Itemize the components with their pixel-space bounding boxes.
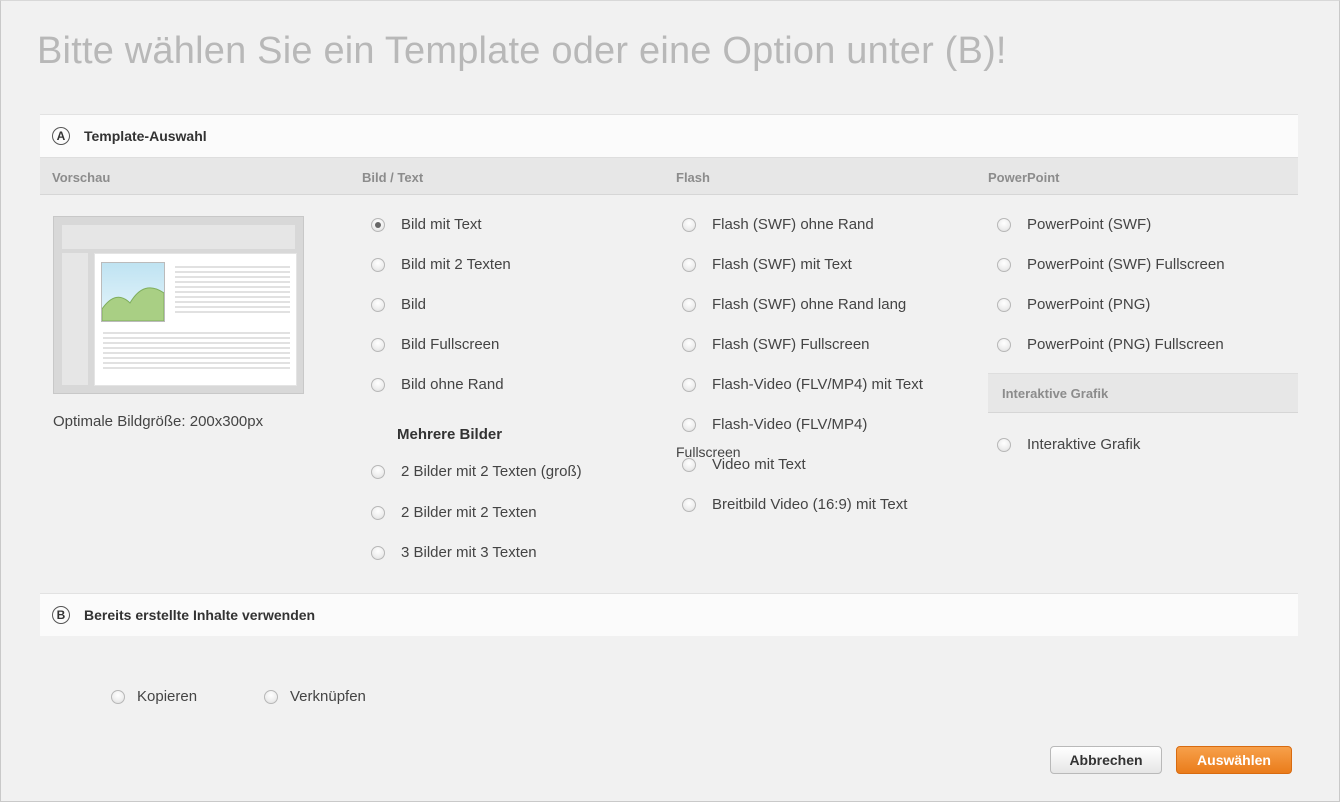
option-bild-ohne-rand[interactable]: Bild ohne Rand	[371, 376, 504, 393]
option-label: Flash (SWF) ohne Rand	[712, 216, 874, 233]
preview-sidebar-block	[62, 253, 88, 385]
option-flash-video[interactable]: Flash-Video (FLV/MP4)	[682, 416, 867, 433]
column-header-flash: Flash	[676, 170, 710, 185]
option-label: Interaktive Grafik	[1027, 436, 1141, 453]
radio-icon[interactable]	[371, 337, 385, 352]
option-powerpoint-png-fullscreen[interactable]: PowerPoint (PNG) Fullscreen	[997, 336, 1224, 353]
radio-icon[interactable]	[682, 217, 696, 232]
preview-header-block	[62, 225, 295, 249]
preview-text-lines-lower	[103, 332, 290, 372]
option-label: Kopieren	[137, 688, 198, 705]
radio-icon[interactable]	[371, 545, 385, 560]
radio-icon[interactable]	[371, 297, 385, 312]
template-preview-image	[53, 216, 304, 394]
option-label: Verknüpfen	[290, 688, 366, 705]
section-b-header: B Bereits erstellte Inhalte verwenden	[40, 593, 1298, 636]
option-video-mit-text[interactable]: Video mit Text	[682, 456, 806, 473]
column-headers: Vorschau Bild / Text Flash PowerPoint	[40, 157, 1298, 195]
option-interaktive-grafik[interactable]: Interaktive Grafik	[997, 436, 1140, 453]
section-a-title: Template-Auswahl	[84, 128, 207, 144]
radio-icon[interactable]	[997, 217, 1011, 232]
option-label: Video mit Text	[712, 456, 806, 473]
section-a-header: A Template-Auswahl	[40, 114, 1298, 157]
option-label: Bild Fullscreen	[401, 336, 500, 353]
option-label: PowerPoint (SWF) Fullscreen	[1027, 256, 1225, 273]
option-2-bilder-gross[interactable]: 2 Bilder mit 2 Texten (groß)	[371, 463, 582, 480]
preview-caption: Optimale Bildgröße: 200x300px	[53, 413, 264, 430]
interactive-graphic-header: Interaktive Grafik	[988, 373, 1298, 413]
column-header-preview: Vorschau	[52, 170, 111, 185]
cancel-button[interactable]: Abbrechen	[1050, 746, 1162, 774]
option-label: Breitbild Video (16:9) mit Text	[712, 496, 908, 513]
option-label: Flash (SWF) mit Text	[712, 256, 852, 273]
option-label: Bild	[401, 296, 427, 313]
radio-icon[interactable]	[264, 689, 278, 704]
radio-icon[interactable]	[997, 337, 1011, 352]
option-label: 2 Bilder mit 2 Texten	[401, 504, 537, 521]
radio-icon[interactable]	[682, 297, 696, 312]
radio-icon[interactable]	[682, 417, 696, 432]
option-label: Bild mit 2 Texten	[401, 256, 511, 273]
option-breitbild-video[interactable]: Breitbild Video (16:9) mit Text	[682, 496, 907, 513]
section-a-letter-icon: A	[52, 127, 70, 145]
radio-icon[interactable]	[371, 377, 385, 392]
option-3-bilder[interactable]: 3 Bilder mit 3 Texten	[371, 544, 537, 561]
interactive-graphic-header-label: Interaktive Grafik	[1002, 386, 1109, 401]
radio-icon[interactable]	[997, 297, 1011, 312]
radio-icon[interactable]	[682, 377, 696, 392]
radio-icon[interactable]	[997, 437, 1011, 452]
option-2-bilder[interactable]: 2 Bilder mit 2 Texten	[371, 504, 537, 521]
page-title: Bitte wählen Sie ein Template oder eine …	[37, 30, 1007, 72]
option-label: Flash (SWF) ohne Rand lang	[712, 296, 907, 313]
section-b-letter-icon: B	[52, 606, 70, 624]
option-label: 3 Bilder mit 3 Texten	[401, 544, 537, 561]
radio-icon[interactable]	[111, 689, 125, 704]
image-placeholder-icon	[101, 262, 165, 322]
radio-icon[interactable]	[371, 257, 385, 272]
option-label: Bild ohne Rand	[401, 376, 504, 393]
section-b-title: Bereits erstellte Inhalte verwenden	[84, 607, 316, 623]
option-label: Bild mit Text	[401, 216, 482, 233]
option-label: PowerPoint (PNG) Fullscreen	[1027, 336, 1224, 353]
radio-icon[interactable]	[682, 257, 696, 272]
option-label: 2 Bilder mit 2 Texten (groß)	[401, 463, 582, 480]
radio-icon[interactable]	[371, 505, 385, 520]
option-flash-fullscreen[interactable]: Flash (SWF) Fullscreen	[682, 336, 870, 353]
option-bild-mit-2-texten[interactable]: Bild mit 2 Texten	[371, 256, 511, 273]
option-powerpoint-swf[interactable]: PowerPoint (SWF)	[997, 216, 1151, 233]
column-header-bildtext: Bild / Text	[362, 170, 424, 185]
option-powerpoint-swf-fullscreen[interactable]: PowerPoint (SWF) Fullscreen	[997, 256, 1225, 273]
preview-text-lines	[175, 266, 290, 316]
radio-icon[interactable]	[371, 217, 385, 232]
option-flash-ohne-rand-lang[interactable]: Flash (SWF) ohne Rand lang	[682, 296, 906, 313]
radio-icon[interactable]	[682, 457, 696, 472]
option-label: Flash-Video (FLV/MP4)	[712, 416, 868, 433]
option-label: Flash-Video (FLV/MP4) mit Text	[712, 376, 923, 393]
option-flash-mit-text[interactable]: Flash (SWF) mit Text	[682, 256, 852, 273]
option-kopieren[interactable]: Kopieren	[111, 688, 197, 705]
radio-icon[interactable]	[371, 464, 385, 479]
option-bild-fullscreen[interactable]: Bild Fullscreen	[371, 336, 499, 353]
column-header-powerpoint: PowerPoint	[988, 170, 1060, 185]
option-flash-ohne-rand[interactable]: Flash (SWF) ohne Rand	[682, 216, 874, 233]
radio-icon[interactable]	[682, 497, 696, 512]
preview-page	[94, 253, 297, 386]
option-bild-mit-text[interactable]: Bild mit Text	[371, 216, 482, 233]
option-label: PowerPoint (SWF)	[1027, 216, 1152, 233]
subhead-mehrere-bilder: Mehrere Bilder	[397, 426, 503, 443]
option-verknuepfen[interactable]: Verknüpfen	[264, 688, 366, 705]
radio-icon[interactable]	[997, 257, 1011, 272]
option-flash-video-mit-text[interactable]: Flash-Video (FLV/MP4) mit Text	[682, 376, 923, 393]
option-label: Flash (SWF) Fullscreen	[712, 336, 870, 353]
select-button[interactable]: Auswählen	[1176, 746, 1292, 774]
radio-icon[interactable]	[682, 337, 696, 352]
option-powerpoint-png[interactable]: PowerPoint (PNG)	[997, 296, 1150, 313]
option-bild[interactable]: Bild	[371, 296, 426, 313]
option-label: PowerPoint (PNG)	[1027, 296, 1151, 313]
